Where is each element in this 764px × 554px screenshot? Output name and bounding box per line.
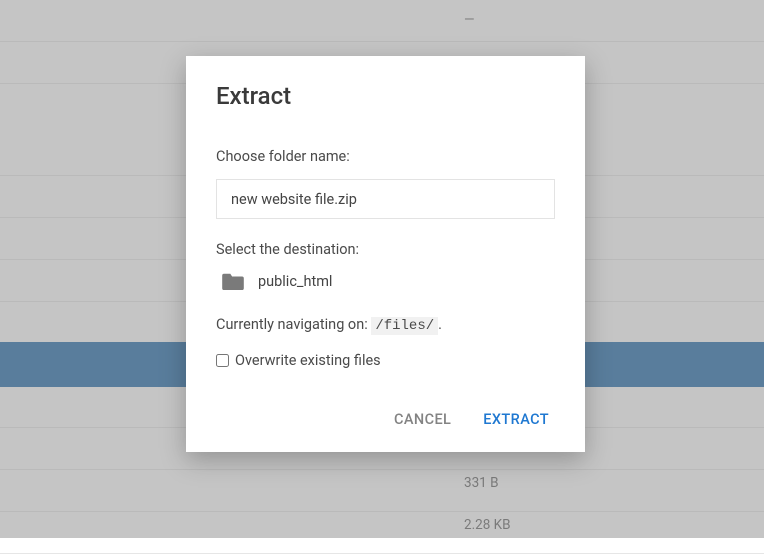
overwrite-checkbox[interactable] — [216, 354, 229, 367]
dialog-actions: CANCEL EXTRACT — [216, 405, 555, 434]
extract-dialog: Extract Choose folder name: Select the d… — [186, 56, 585, 452]
destination-label: Select the destination: — [216, 241, 555, 258]
cancel-button[interactable]: CANCEL — [392, 405, 453, 434]
folder-name-input[interactable] — [216, 179, 555, 219]
destination-folder-name: public_html — [258, 273, 332, 290]
folder-icon — [222, 272, 244, 290]
extract-button[interactable]: EXTRACT — [481, 405, 551, 434]
overwrite-row[interactable]: Overwrite existing files — [216, 352, 555, 369]
current-path-prefix: Currently navigating on: — [216, 316, 371, 333]
overwrite-label: Overwrite existing files — [235, 352, 381, 369]
destination-folder[interactable]: public_html — [222, 272, 555, 290]
current-path-suffix: . — [438, 316, 442, 333]
current-path-value: /files/ — [371, 317, 438, 335]
dialog-title: Extract — [216, 82, 555, 110]
current-path-line: Currently navigating on: /files/. — [216, 316, 555, 334]
folder-name-label: Choose folder name: — [216, 148, 555, 165]
